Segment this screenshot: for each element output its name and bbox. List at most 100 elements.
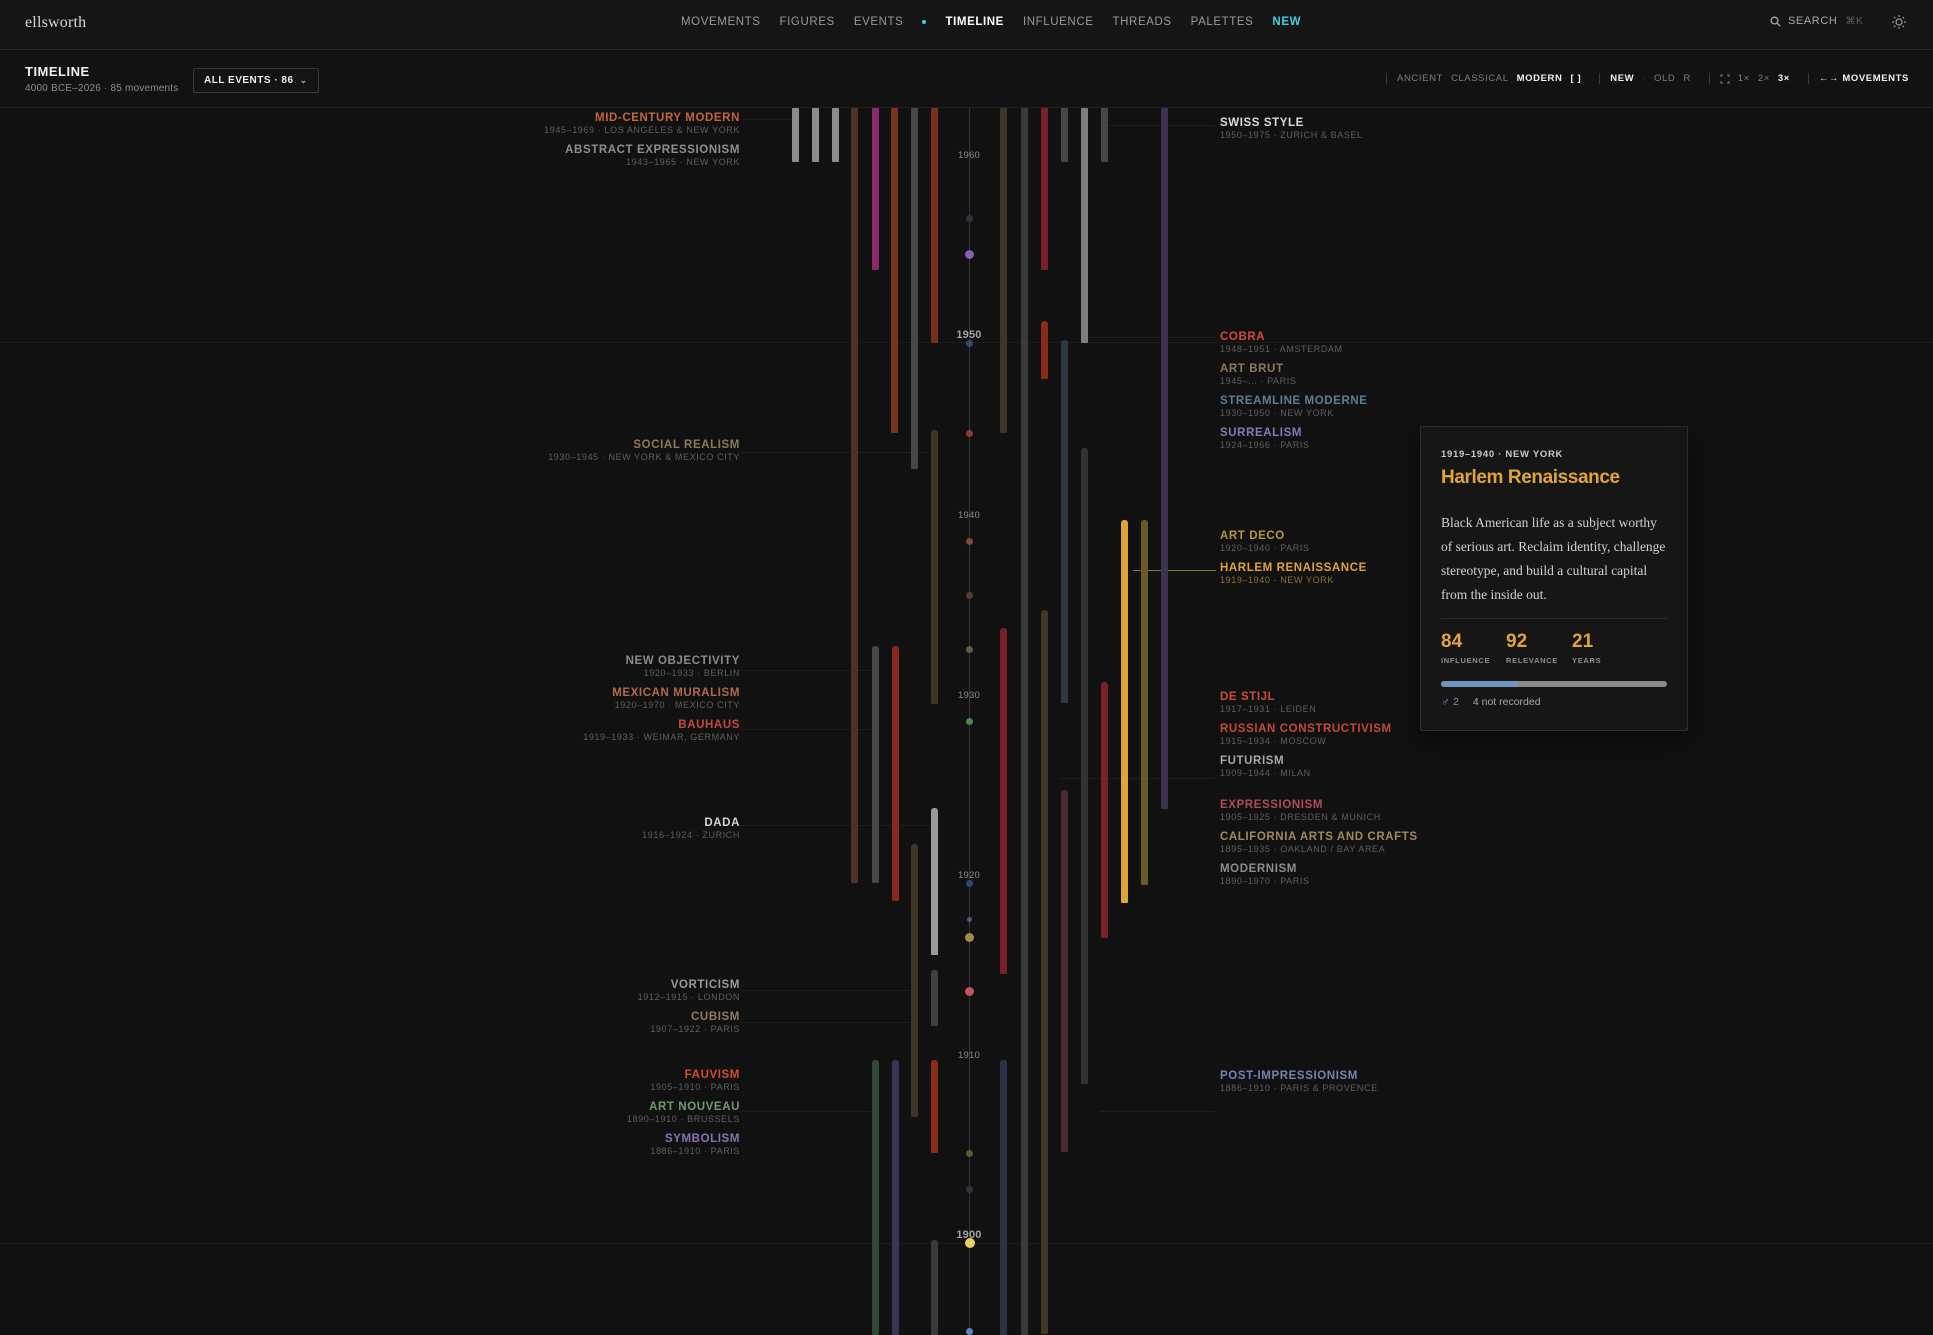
movement-bar[interactable] [911, 108, 918, 469]
movement-label[interactable]: BAUHAUS 1919–1933 · WEIMAR, GERMANY [583, 719, 740, 743]
movement-bar[interactable] [1000, 108, 1007, 433]
event-dot[interactable] [965, 250, 974, 259]
movement-label[interactable]: EXPRESSIONISM 1905–1925 · DRESDEN & MUNI… [1220, 799, 1381, 823]
movement-detail-card[interactable]: 1919–1940 · NEW YORK Harlem Renaissance … [1420, 426, 1688, 731]
movement-bar[interactable] [792, 108, 799, 162]
nav-palettes[interactable]: PALETTES [1191, 16, 1254, 28]
event-dot[interactable] [966, 538, 973, 545]
movement-label[interactable]: SOCIAL REALISM 1930–1945 · NEW YORK & ME… [548, 439, 740, 463]
movement-label[interactable]: SYMBOLISM 1886–1910 · PARIS [650, 1133, 740, 1157]
movement-bar[interactable] [1000, 1060, 1007, 1335]
movement-label[interactable]: DADA 1916–1924 · ZURICH [642, 817, 740, 841]
movement-label[interactable]: ART BRUT 1945–... · PARIS [1220, 363, 1296, 387]
movement-bar[interactable] [1041, 321, 1048, 379]
event-dot[interactable] [966, 340, 973, 347]
movement-bar[interactable] [931, 808, 938, 955]
movement-label[interactable]: FUTURISM 1909–1944 · MILAN [1220, 755, 1311, 779]
movement-bar[interactable] [891, 108, 898, 433]
movement-bar[interactable] [931, 108, 938, 343]
movement-label[interactable]: MEXICAN MURALISM 1920–1970 · MEXICO CITY [612, 687, 740, 711]
movement-bar[interactable] [931, 1060, 938, 1153]
movement-label[interactable]: NEW OBJECTIVITY 1920–1933 · BERLIN [626, 655, 740, 679]
movement-bar[interactable] [1061, 108, 1068, 162]
movement-bar[interactable] [892, 1060, 899, 1335]
event-dot[interactable] [966, 646, 973, 653]
movement-bar[interactable] [1000, 628, 1007, 974]
movement-bar[interactable] [1161, 108, 1168, 809]
nav-movements[interactable]: MOVEMENTS [681, 16, 761, 28]
movement-label[interactable]: COBRA 1948–1951 · AMSTERDAM [1220, 331, 1343, 355]
nav-new[interactable]: NEW [1272, 16, 1301, 28]
movement-label[interactable]: CUBISM 1907–1922 · PARIS [650, 1011, 740, 1035]
event-dot[interactable] [966, 430, 973, 437]
movement-bar[interactable] [872, 646, 879, 883]
nav-figures[interactable]: FIGURES [780, 16, 835, 28]
movement-bar[interactable] [1041, 610, 1048, 1334]
movement-bar[interactable] [931, 430, 938, 704]
event-dot[interactable] [965, 987, 974, 996]
movement-label[interactable]: CALIFORNIA ARTS AND CRAFTS 1895–1935 · O… [1220, 831, 1418, 855]
nav-threads[interactable]: THREADS [1113, 16, 1172, 28]
event-dot[interactable] [966, 1186, 973, 1193]
nav-timeline[interactable]: TIMELINE [945, 16, 1003, 28]
movement-label[interactable]: RUSSIAN CONSTRUCTIVISM 1915–1934 · MOSCO… [1220, 723, 1392, 747]
movement-label[interactable]: SWISS STYLE 1950–1975 · ZURICH & BASEL [1220, 117, 1363, 141]
events-filter-dropdown[interactable]: ALL EVENTS · 86 ⌄ [193, 68, 319, 93]
movement-bar[interactable] [931, 1240, 938, 1335]
era-classical[interactable]: CLASSICAL [1451, 73, 1509, 84]
movement-label[interactable]: ART DECO 1920–1940 · PARIS [1220, 530, 1310, 554]
movement-bar[interactable] [931, 970, 938, 1026]
movement-bar[interactable] [1081, 448, 1088, 1084]
movement-bar[interactable] [1061, 790, 1068, 1152]
nav-influence[interactable]: INFLUENCE [1023, 16, 1094, 28]
movement-bar[interactable] [812, 108, 819, 162]
zoom-2x[interactable]: 2× [1758, 73, 1770, 84]
movement-label[interactable]: MODERNISM 1890–1970 · PARIS [1220, 863, 1310, 887]
era-modern[interactable]: MODERN [1517, 73, 1563, 84]
movement-bar[interactable] [892, 646, 899, 901]
movement-label[interactable]: STREAMLINE MODERNE 1930–1950 · NEW YORK [1220, 395, 1368, 419]
event-dot[interactable] [966, 592, 973, 599]
order-new[interactable]: NEW [1610, 73, 1634, 84]
sun-icon[interactable] [1891, 14, 1907, 30]
movement-label[interactable]: DE STIJL 1917–1931 · LEIDEN [1220, 691, 1316, 715]
movement-label[interactable]: VORTICISM 1912–1915 · LONDON [638, 979, 740, 1003]
event-dot[interactable] [966, 215, 973, 222]
movement-label[interactable]: ABSTRACT EXPRESSIONISM 1943–1965 · NEW Y… [565, 144, 740, 168]
movement-bar[interactable] [1101, 108, 1108, 162]
order-old[interactable]: OLD [1654, 73, 1675, 84]
movement-bar[interactable] [872, 108, 879, 270]
movement-bar[interactable] [1021, 108, 1028, 1335]
movement-bar[interactable] [1141, 520, 1148, 885]
nav-events[interactable]: EVENTS [854, 16, 904, 28]
movement-bar-harlem-renaissance[interactable] [1121, 520, 1128, 903]
event-dot[interactable] [967, 917, 972, 922]
movements-toggle[interactable]: ←→ MOVEMENTS [1819, 73, 1909, 84]
movement-label[interactable]: ART NOUVEAU 1890–1910 · BRUSSELS [627, 1101, 740, 1125]
event-dot[interactable] [966, 1150, 973, 1157]
zoom-3x[interactable]: 3× [1778, 73, 1790, 84]
zoom-1x[interactable]: 1× [1738, 73, 1750, 84]
event-dot[interactable] [965, 933, 974, 942]
movement-bar[interactable] [1101, 682, 1108, 938]
movement-label[interactable]: FAUVISM 1905–1910 · PARIS [650, 1069, 740, 1093]
event-dot[interactable] [966, 880, 973, 887]
movement-bar[interactable] [1041, 108, 1048, 270]
movement-label-harlem-renaissance[interactable]: HARLEM RENAISSANCE 1919–1940 · NEW YORK [1220, 562, 1367, 586]
movement-bar[interactable] [1081, 108, 1088, 343]
movement-label[interactable]: SURREALISM 1924–1966 · PARIS [1220, 427, 1310, 451]
event-dot[interactable] [965, 1238, 975, 1248]
movement-bar[interactable] [832, 108, 839, 162]
movement-bar[interactable] [911, 844, 918, 1117]
era-ancient[interactable]: ANCIENT [1397, 73, 1443, 84]
movement-label[interactable]: MID-CENTURY MODERN 1945–1969 · LOS ANGEL… [544, 112, 740, 136]
event-dot[interactable] [966, 1328, 973, 1335]
movement-label[interactable]: POST-IMPRESSIONISM 1886–1910 · PARIS & P… [1220, 1070, 1378, 1094]
fit-screen-icon[interactable] [1720, 74, 1730, 84]
movement-bar[interactable] [851, 108, 858, 883]
movement-bar[interactable] [1061, 340, 1068, 703]
event-dot[interactable] [966, 718, 973, 725]
movement-bar[interactable] [872, 1060, 879, 1335]
app-logo[interactable]: ellsworth [25, 14, 86, 32]
search-button[interactable]: SEARCH ⌘K [1770, 15, 1863, 27]
